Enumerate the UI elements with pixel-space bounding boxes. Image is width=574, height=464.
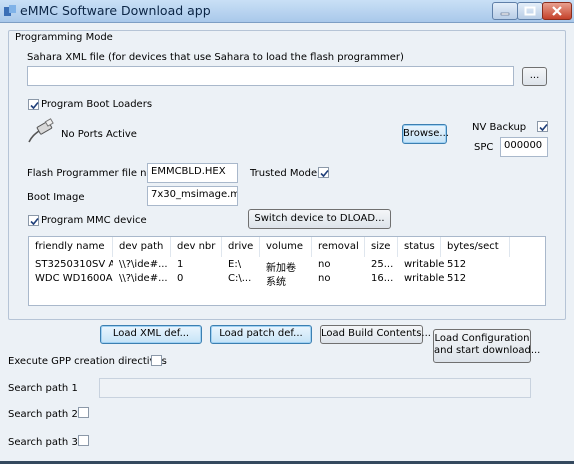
sahara-browse-button[interactable]: ... [522,67,547,86]
boot-image-input[interactable]: 7x30_msimage.mbn [147,186,238,206]
spc-label: SPC [474,142,494,153]
checkmark-icon [30,101,39,110]
trusted-mode-label: Trusted Mode [250,168,318,179]
checkmark-icon [320,169,329,178]
nv-backup-checkbox[interactable] [537,121,548,132]
table-cell: 25... [371,259,394,270]
column-header[interactable]: dev path [113,237,171,257]
load-configuration-button[interactable]: Load Configuration and start download... [433,329,541,363]
trusted-mode-checkbox[interactable] [318,167,329,178]
load-build-contents-button[interactable]: Load Build Contents... [320,325,431,344]
search-path-2-label: Search path 2 [8,409,78,420]
column-header[interactable]: removal [312,237,365,257]
app-icon [4,5,16,16]
column-header[interactable]: dev nbr [171,237,222,257]
column-header[interactable]: bytes/sect [441,237,510,257]
load-xml-button[interactable]: Load XML def... [100,325,202,344]
maximize-button[interactable] [517,2,543,20]
table-row[interactable]: WDC WD1600A... \\?\ide#... 0 C:\... 系统 n… [29,273,545,288]
program-boot-loaders-label: Program Boot Loaders [41,99,153,110]
maximize-icon [524,6,536,16]
table-cell: 系统 [266,277,286,288]
minimize-icon [500,12,510,16]
boot-image-label: Boot Image [27,192,85,203]
table-cell: 512 [447,259,467,270]
table-cell: writable [404,273,445,284]
load-configuration-line1: Load Configuration [434,333,530,344]
usb-cable-icon [28,118,54,143]
table-row[interactable]: ST3250310SV A... \\?\ide#... 1 E:\ 新加卷 n… [29,259,545,274]
checkmark-icon [30,217,39,226]
title-bar: eMMC Software Download app [0,0,574,23]
table-cell: ST3250310SV A... [35,259,113,270]
column-header[interactable]: volume [260,237,312,257]
program-boot-loaders-checkbox[interactable] [28,99,39,110]
execute-gpp-checkbox[interactable] [151,355,162,366]
sahara-xml-input[interactable] [27,66,514,86]
search-path-2-checkbox[interactable] [78,407,89,418]
load-configuration-line2: and start download... [434,345,541,356]
table-cell: no [318,273,331,284]
table-cell: \\?\ide#... [119,273,168,284]
table-cell: 1 [177,259,184,270]
table-cell: 新加卷 [266,263,296,274]
program-mmc-checkbox[interactable] [28,215,39,226]
flash-programmer-input[interactable]: EMMCBLD.HEX [147,163,238,183]
table-cell: writable [404,259,445,270]
minimize-button[interactable] [492,2,518,20]
table-cell: E:\ [228,259,242,270]
checkmark-icon [539,123,548,132]
search-path-1-label: Search path 1 [8,383,78,394]
search-path-3-label: Search path 3 [8,437,78,448]
close-icon [552,6,562,16]
column-header[interactable]: status [398,237,441,257]
column-header[interactable]: size [365,237,398,257]
browse-button[interactable]: Browse... [402,124,449,144]
table-cell: 16... [371,273,394,284]
switch-dload-button[interactable]: Switch device to DLOAD... [248,209,391,229]
port-status-text: No Ports Active [61,129,137,140]
table-cell: \\?\ide#... [119,259,168,270]
table-cell: C:\... [228,273,252,284]
device-list[interactable]: friendly name dev path dev nbr drive vol… [28,236,546,306]
column-header[interactable]: friendly name [29,237,113,257]
load-patch-button[interactable]: Load patch def... [210,325,312,344]
table-cell: no [318,259,331,270]
program-mmc-label: Program MMC device [41,215,147,226]
table-cell: 0 [177,273,184,284]
search-path-3-checkbox[interactable] [78,435,89,446]
table-cell: 512 [447,273,467,284]
search-path-1-input[interactable] [99,378,531,398]
close-button[interactable] [542,2,572,20]
column-header[interactable]: drive [222,237,260,257]
execute-gpp-label: Execute GPP creation directives [8,356,167,367]
nv-backup-label: NV Backup [472,122,527,133]
spc-input[interactable]: 000000 [500,137,548,157]
table-cell: WDC WD1600A... [35,273,113,284]
sahara-label: Sahara XML file (for devices that use Sa… [27,52,404,63]
window-title: eMMC Software Download app [20,3,211,18]
programming-mode-title: Programming Mode [14,32,114,43]
